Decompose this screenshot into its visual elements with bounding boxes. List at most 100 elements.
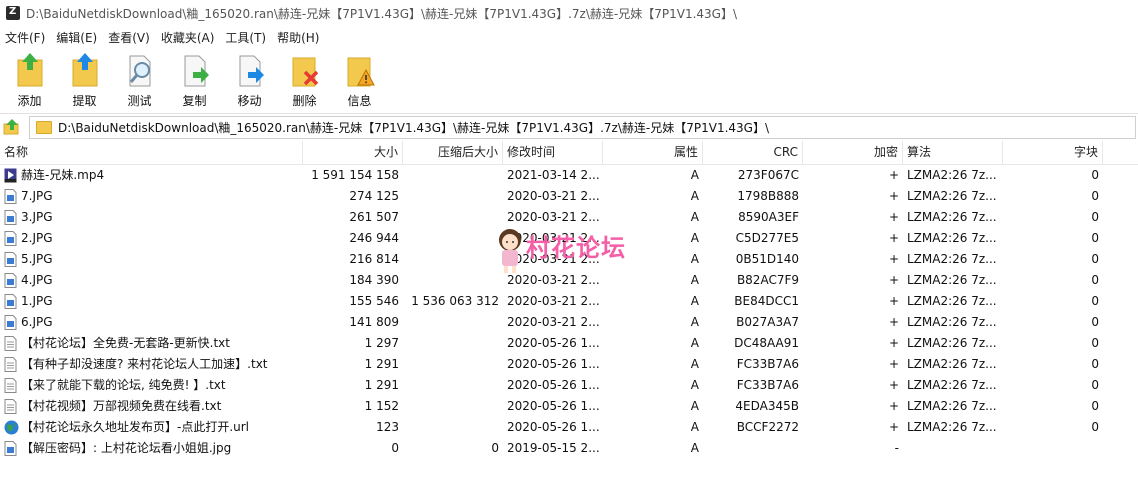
cell-block: 0 <box>1091 399 1099 413</box>
cell-method: LZMA2:26 7z... <box>907 252 997 266</box>
file-row[interactable]: 赫连-兄妹.mp4 1 591 154 158 2021-03-14 2... A 27… <box>0 165 1138 186</box>
file-row[interactable]: 【村花论坛】全免费-无套路-更新快.txt 1 297 2020-05-26 1..… <box>0 333 1138 354</box>
text-file-icon <box>4 378 17 393</box>
cell-encrypted: + <box>888 315 899 329</box>
cell-attributes: A <box>690 420 699 434</box>
cell-encrypted: + <box>888 273 899 287</box>
delete-label: 删除 <box>292 94 317 108</box>
cell-attributes: A <box>690 168 699 182</box>
cell-modified: 2021-03-14 2... <box>507 168 600 182</box>
address-bar: D:\BaiduNetdiskDownload\粬_165020.ran\赫连-… <box>0 113 1138 140</box>
menu-file[interactable]: 文件(F) <box>0 29 51 46</box>
file-row[interactable]: 【来了就能下载的论坛, 纯免费! 】.txt 1 291 2020-05-26 1.… <box>0 375 1138 396</box>
menu-view[interactable]: 查看(V) <box>103 29 156 46</box>
cell-crc: BE84DCC1 <box>734 294 799 308</box>
column-crc[interactable]: CRC <box>703 141 803 165</box>
column-name[interactable]: 名称 <box>0 141 303 165</box>
add-button[interactable]: 添加 <box>2 48 57 110</box>
column-block[interactable]: 字块 <box>1003 141 1103 165</box>
cell-method: LZMA2:26 7z... <box>907 336 997 350</box>
menu-tools[interactable]: 工具(T) <box>220 29 272 46</box>
cell-attributes: A <box>690 399 699 413</box>
column-modified[interactable]: 修改时间 <box>503 141 603 165</box>
file-row[interactable]: 1.JPG 155 546 1 536 063 312 2020-03-21 2...… <box>0 291 1138 312</box>
cell-block <box>1003 438 1103 459</box>
cell-name: 4.JPG <box>21 273 53 287</box>
address-field[interactable]: D:\BaiduNetdiskDownload\粬_165020.ran\赫连-… <box>29 116 1136 139</box>
test-label: 测试 <box>127 94 152 108</box>
cell-encrypted: + <box>888 336 899 350</box>
column-encrypted[interactable]: 加密 <box>803 141 903 165</box>
copy-label: 复制 <box>182 94 207 108</box>
cell-crc: BCCF2272 <box>736 420 799 434</box>
info-button[interactable]: 信息 <box>332 48 387 110</box>
delete-button[interactable]: 删除 <box>277 48 332 110</box>
file-row[interactable]: 6.JPG 141 809 2020-03-21 2... A B027A3A7 + LZM… <box>0 312 1138 333</box>
column-method[interactable]: 算法 <box>903 141 1003 165</box>
cell-encrypted: + <box>888 252 899 266</box>
cell-block: 0 <box>1091 252 1099 266</box>
cell-method: LZMA2:26 7z... <box>907 210 997 224</box>
window-title: D:\BaiduNetdiskDownload\粬_165020.ran\赫连-… <box>26 6 738 21</box>
cell-crc: 1798B888 <box>737 189 799 203</box>
cell-attributes: A <box>690 189 699 203</box>
cell-method: LZMA2:26 7z... <box>907 189 997 203</box>
cell-block: 0 <box>1091 420 1099 434</box>
move-button[interactable]: 移动 <box>222 48 277 110</box>
cell-encrypted: + <box>888 357 899 371</box>
image-file-icon <box>4 315 17 330</box>
text-file-icon <box>4 357 17 372</box>
extract-button[interactable]: 提取 <box>57 48 112 110</box>
cell-name: 6.JPG <box>21 315 53 329</box>
file-row[interactable]: 3.JPG 261 507 2020-03-21 2... A 8590A3EF + LZM… <box>0 207 1138 228</box>
cell-block: 0 <box>1091 273 1099 287</box>
cell-size: 274 125 <box>349 189 399 203</box>
folder-icon <box>36 121 52 134</box>
file-row[interactable]: 【解压密码】: 上村花论坛看小姐姐.jpg 0 0 2019-05-15 2... A - <box>0 438 1138 459</box>
cell-crc: DC48AA91 <box>734 336 799 350</box>
menu-help[interactable]: 帮助(H) <box>272 29 325 46</box>
test-icon <box>124 52 156 88</box>
cell-block: 0 <box>1091 378 1099 392</box>
column-size[interactable]: 大小 <box>303 141 403 165</box>
cell-modified: 2020-05-26 1... <box>507 357 600 371</box>
menu-favorites[interactable]: 收藏夹(A) <box>156 29 221 46</box>
menu-edit[interactable]: 编辑(E) <box>51 29 103 46</box>
cell-method: LZMA2:26 7z... <box>907 315 997 329</box>
cell-packed-size <box>403 312 503 333</box>
file-row[interactable]: 【有种子却没速度? 来村花论坛人工加速】.txt 1 291 2020-05-26 … <box>0 354 1138 375</box>
cell-attributes: A <box>690 441 699 455</box>
column-packed-size[interactable]: 压缩后大小 <box>403 141 503 165</box>
copy-button[interactable]: 复制 <box>167 48 222 110</box>
menu-bar: 文件(F) 编辑(E) 查看(V) 收藏夹(A) 工具(T) 帮助(H) <box>0 26 325 48</box>
globe-url-icon <box>4 420 19 435</box>
cell-attributes: A <box>690 294 699 308</box>
column-attributes[interactable]: 属性 <box>603 141 703 165</box>
cell-name: 【村花论坛永久地址发布页】-点此打开.url <box>21 420 250 434</box>
cell-packed-size <box>403 186 503 207</box>
cell-size: 155 546 <box>349 294 399 308</box>
cell-packed-size <box>403 375 503 396</box>
cell-size: 1 291 <box>364 357 399 371</box>
cell-packed-size <box>403 207 503 228</box>
cell-size: 1 291 <box>364 378 399 392</box>
title-bar: D:\BaiduNetdiskDownload\粬_165020.ran\赫连-… <box>0 0 1138 26</box>
watermark-text: 村花论坛 <box>526 234 626 262</box>
file-row[interactable]: 7.JPG 274 125 2020-03-21 2... A 1798B888 + LZM… <box>0 186 1138 207</box>
cell-encrypted: + <box>888 420 899 434</box>
file-row[interactable]: 【村花论坛永久地址发布页】-点此打开.url 123 2020-05-26 1...… <box>0 417 1138 438</box>
image-file-icon <box>4 441 17 456</box>
text-file-icon <box>4 399 17 414</box>
cell-size: 0 <box>391 441 399 455</box>
text-file-icon <box>4 336 17 351</box>
cell-attributes: A <box>690 357 699 371</box>
cell-block: 0 <box>1091 231 1099 245</box>
file-row[interactable]: 【村花视频】万部视频免费在线看.txt 1 152 2020-05-26 1... A… <box>0 396 1138 417</box>
test-button[interactable]: 测试 <box>112 48 167 110</box>
cell-crc: 273F067C <box>737 168 799 182</box>
image-file-icon <box>4 252 17 267</box>
up-folder-icon[interactable] <box>3 118 21 136</box>
cell-name: 【有种子却没速度? 来村花论坛人工加速】.txt <box>21 357 268 371</box>
cell-name: 5.JPG <box>21 252 53 266</box>
cell-size: 123 <box>376 420 399 434</box>
